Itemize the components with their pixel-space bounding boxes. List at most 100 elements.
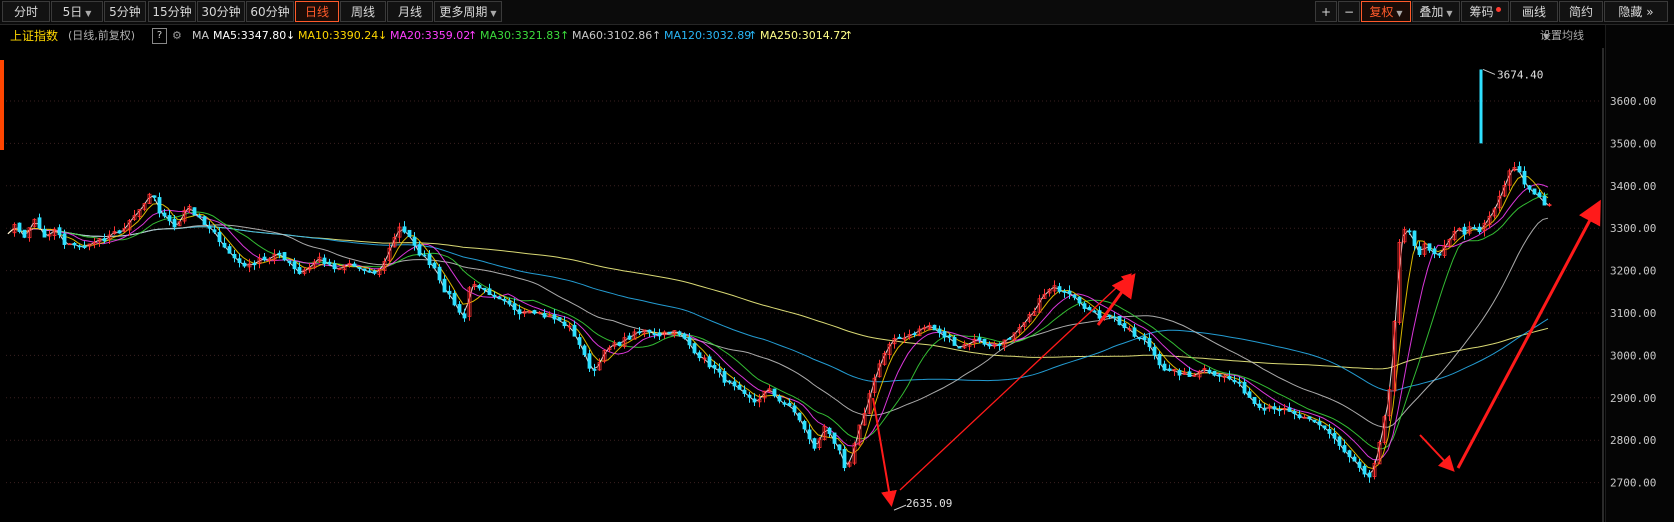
candle-body [1412,230,1417,246]
candle-body [412,236,417,246]
candle-body [1292,410,1297,415]
candle-body [1187,371,1192,377]
candle-body [1527,185,1532,190]
candle-body [777,395,782,402]
candle-body [1262,408,1267,411]
candle-body [1122,323,1127,329]
candle-body [57,227,62,236]
candle-body [287,260,292,264]
candle-body [1087,306,1092,311]
candle-body [432,262,437,269]
y-tick-label: 3200.00 [1610,265,1656,278]
candle-body [372,270,377,274]
candle-body [482,287,487,291]
candle-body [1532,188,1537,195]
candle-body [237,258,242,263]
candle-body [1272,406,1277,410]
candle-body [977,337,982,341]
candle-body [752,398,757,403]
candle-body [647,329,652,333]
candle-body [332,263,337,270]
candle-body [727,380,732,383]
candle-body [1092,310,1097,313]
candle-body [577,337,582,345]
low-marker-line [893,504,907,511]
candle-body [1357,461,1362,468]
y-tick-label: 2900.00 [1610,392,1656,405]
candle-body [462,313,467,319]
candle-body [37,217,42,229]
candle-body [77,245,82,248]
candle-body [512,303,517,310]
candle-body [572,324,577,337]
candle-body [117,230,122,234]
candle-body [1477,226,1482,233]
candle-body [202,216,207,225]
candle-body [952,336,957,346]
candle-body [1072,294,1077,298]
candle-body [552,314,557,320]
candle-body [492,294,497,298]
candle-body [657,332,662,337]
candle-body [282,252,287,261]
kline-chart[interactable]: 3600.00 3500.00 3400.00 3300.00 3200.00 3100.… [0,0,1674,522]
candle-body [72,242,77,246]
candle-body [422,254,427,257]
candle-body [82,245,87,248]
candle-body [1432,248,1437,255]
candle-body [1522,170,1527,185]
candle-body [192,207,197,216]
low-annotation: 2635.09 [906,497,952,510]
candle-body [947,335,952,338]
candle-body [792,405,797,413]
candle-body [352,263,357,267]
candle-body [1147,337,1152,348]
candle-body [697,352,702,359]
candle-body [787,402,792,407]
candle-body [722,371,727,383]
candle-body [402,226,407,233]
candle-body [997,344,1002,346]
candle-body [1277,409,1282,412]
candle-body [1137,337,1142,340]
candle-body [687,337,692,346]
candle-body [592,369,597,371]
candle-body [1332,432,1337,439]
trend-arrow [1419,434,1455,472]
candle-body [1132,327,1137,337]
candle-body [1437,253,1442,256]
candle-body [452,292,457,306]
candle-body [367,270,372,273]
candle-body [162,212,167,217]
candle-body [1307,416,1312,420]
candle-body [407,229,412,237]
candle-body [772,388,777,397]
candle-body [242,262,247,267]
candle-body [1237,381,1242,384]
candle-body [22,229,27,238]
high-annotation: 3674.40 [1497,68,1543,81]
candle-body [1362,465,1367,475]
candle-body [167,215,172,222]
candle-body [627,335,632,340]
candle-body [532,310,537,314]
candle-body [477,284,482,289]
candle-body [692,343,697,354]
candle-body [1227,376,1232,380]
candle-body [717,368,722,373]
candle-body [487,288,492,296]
candle-body [707,356,712,368]
candle-body [1162,363,1167,371]
candle-body [1472,227,1477,230]
candle-body [1317,421,1322,426]
candle-body [1117,315,1122,326]
candle-body [617,341,622,346]
candle-body [1112,316,1117,319]
candle-body [442,278,447,293]
candle-body [932,324,937,331]
candle-body [517,309,522,315]
candle-body [322,257,327,265]
candle-body [732,381,737,387]
candle-body [437,266,442,281]
candle-body [827,427,832,434]
